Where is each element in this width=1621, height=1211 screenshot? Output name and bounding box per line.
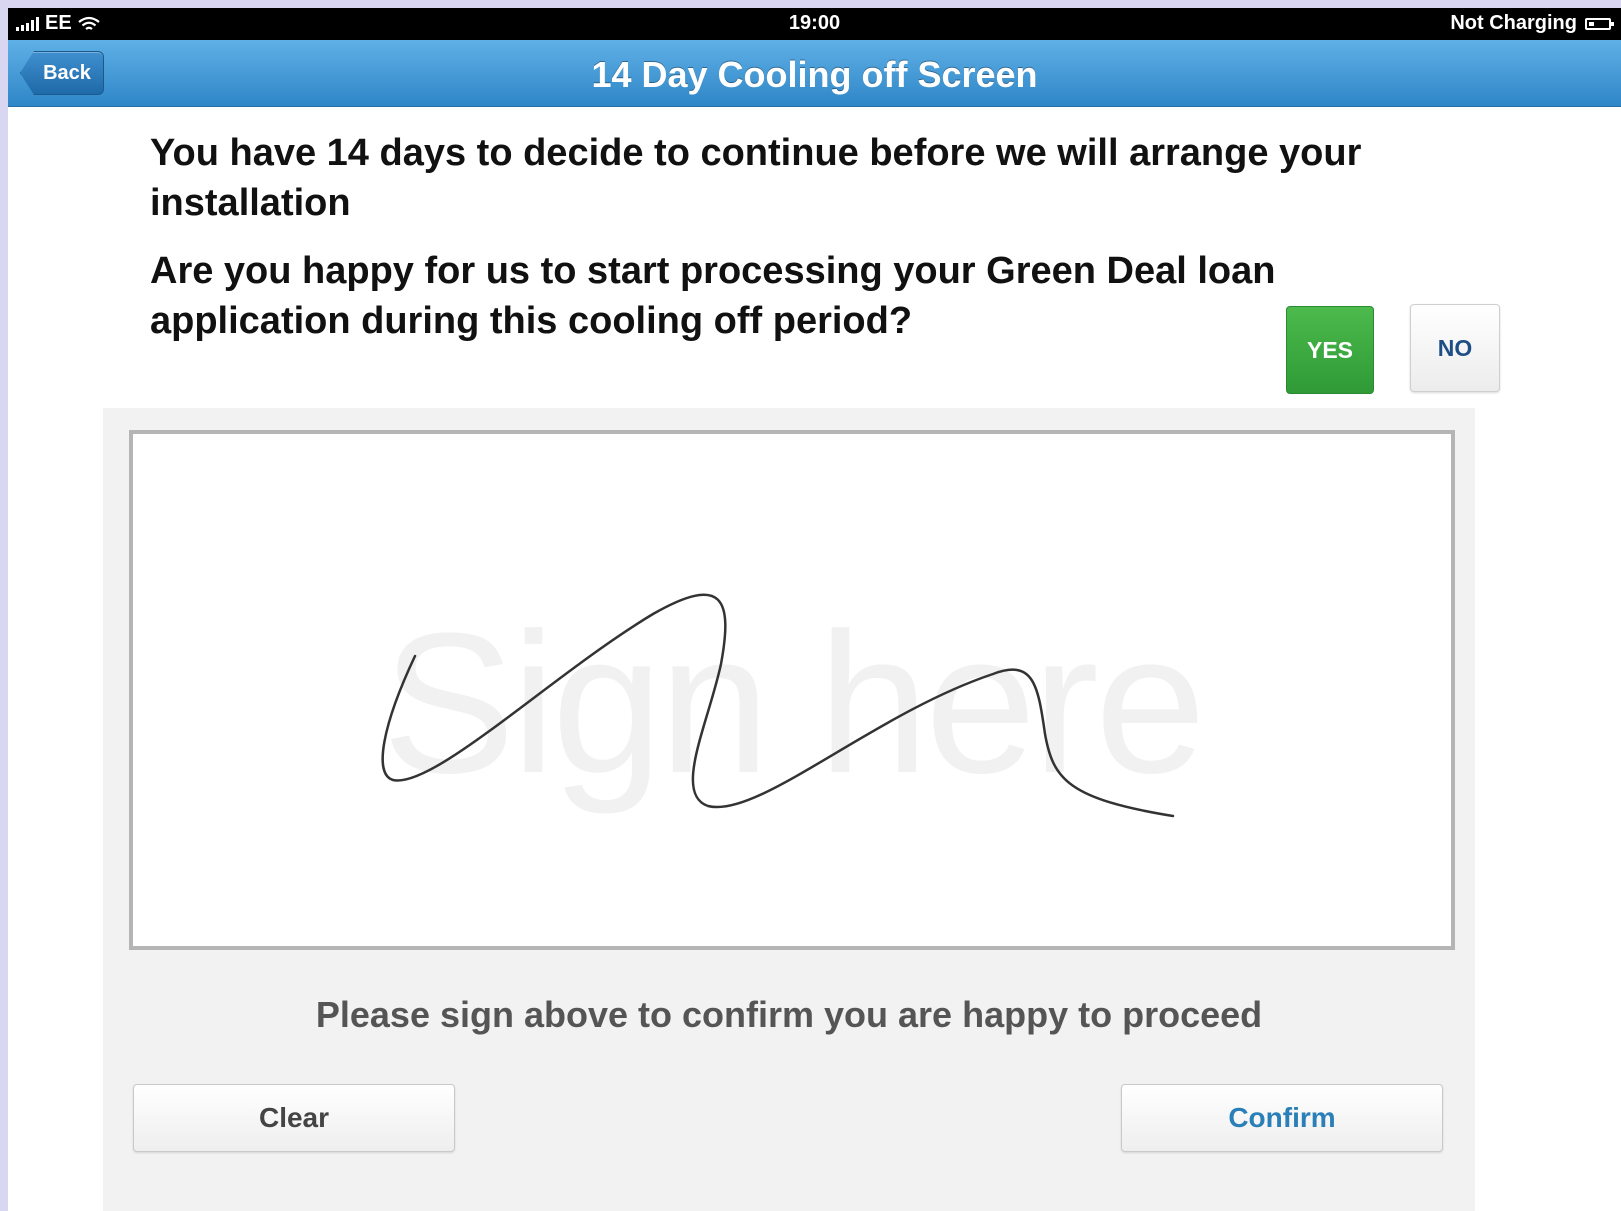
- navigation-bar: Back 14 Day Cooling off Screen: [8, 40, 1621, 107]
- charging-label: Not Charging: [1450, 12, 1577, 34]
- info-text: You have 14 days to decide to continue b…: [150, 132, 1362, 224]
- status-bar: EE 19:00 Not Charging: [8, 8, 1621, 40]
- status-right: Not Charging: [1450, 12, 1614, 35]
- signature-panel: Sign here Please sign above to confirm y…: [103, 408, 1475, 1211]
- battery-icon: [1585, 17, 1614, 30]
- clear-button[interactable]: Clear: [133, 1084, 455, 1152]
- status-time: 19:00: [788, 12, 841, 34]
- no-button[interactable]: NO: [1410, 304, 1500, 392]
- device-screen: EE 19:00 Not Charging Back 14 Day Coolin…: [8, 8, 1621, 1211]
- question-text: Are you happy for us to start processing…: [150, 250, 1276, 342]
- signature-stroke: [381, 593, 1175, 818]
- confirm-button[interactable]: Confirm: [1121, 1084, 1443, 1152]
- sign-instruction: Please sign above to confirm you are hap…: [315, 994, 1263, 1035]
- page-title: 14 Day Cooling off Screen: [591, 54, 1038, 95]
- signature-pad[interactable]: Sign here: [129, 430, 1455, 950]
- yes-button[interactable]: YES: [1286, 306, 1374, 394]
